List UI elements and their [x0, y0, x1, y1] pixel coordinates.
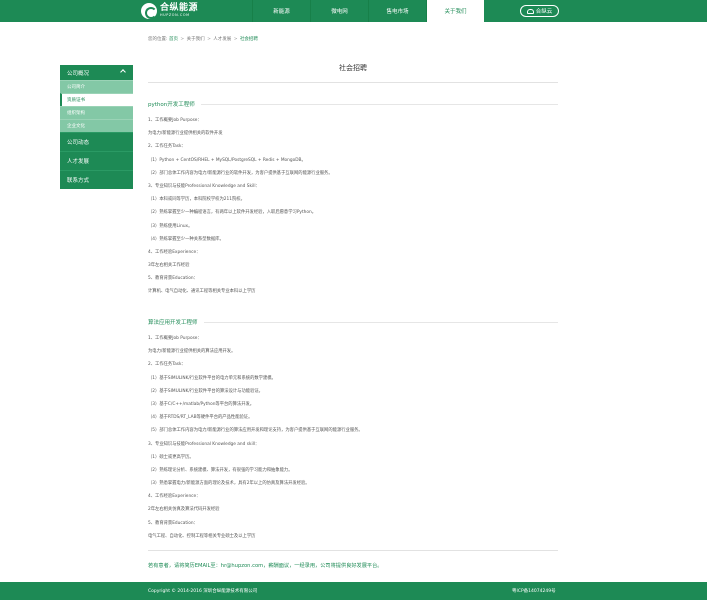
job-text-line: 为电力/新能源行业提供相关的软件开发 [148, 131, 223, 137]
nav-item-new-energy[interactable]: 新能源 [252, 0, 310, 22]
job-text-line: （1）Python + CentOS/RHEL + MySQL/PostgreS… [148, 157, 306, 163]
logo-name: 合纵能源 [160, 3, 199, 14]
sidebar-item-news[interactable]: 公司动态 [60, 132, 133, 151]
main-nav: 新能源 微电网 售电市场 关于我们 [252, 0, 484, 22]
job-text-line: 5、教育背景Education： [148, 276, 198, 282]
site-logo[interactable]: 合纵能源 HUPZON.COM [141, 2, 198, 20]
job-text-line: 为电力/新能源行业提供相关的算法应用开发。 [148, 349, 236, 355]
nav-item-about-us[interactable]: 关于我们 [426, 0, 484, 22]
job-text-line: 1、工作概要Job Purpose： [148, 336, 202, 341]
sidebar-section-company-overview[interactable]: 公司概况 [60, 65, 133, 80]
job-text-line: 3、专业知识与技能Professional Knowledge and Skil… [148, 183, 260, 189]
sidebar-section-label: 公司概况 [67, 70, 90, 77]
job-text-line: 计算机、电气自动化、通讯工程等相关专业本科以上学历 [148, 289, 256, 295]
page-title: 社会招聘 [339, 64, 367, 72]
job-text-line: （2）部门总体工作内容为电力/新能源行业的软件开发，为客户提供基于互联网的能源行… [148, 170, 333, 176]
job-text-line: （2）基于SIMULINK/行业软件平台的算法设计与功能验证。 [148, 388, 263, 394]
breadcrumb-separator: > [180, 37, 185, 42]
job-divider [203, 321, 558, 323]
title-divider [148, 82, 558, 83]
job-text-line: 1、工作概要Job Purpose： [148, 118, 202, 123]
job-text-line: （3）基于C/C++/matlab/Python等平台的算法开发。 [148, 401, 255, 407]
job-posting: python开发工程师 1、工作概要Job Purpose： 为电力/新能源行业… [148, 100, 558, 299]
job-text-line: （5）部门总体工作内容为电力/新能源行业的算法应用开发和理论支持，为客户提供基于… [148, 428, 363, 434]
job-title: python开发工程师 [148, 102, 195, 108]
breadcrumb-home[interactable]: 首页 [169, 37, 178, 42]
sidebar-item-certificates[interactable]: 资质证书 [60, 93, 133, 106]
job-title: 算法应用开发工程师 [148, 320, 198, 326]
job-text-line: 3年左右相关工作经验 [148, 263, 190, 269]
sidebar: 公司概况 公司简介 资质证书 组织架构 企业文化 公司动态 人才发展 联系方式 [60, 65, 133, 189]
job-text-line: （1）硕士或更高学历。 [148, 454, 194, 460]
nav-item-electricity-market[interactable]: 售电市场 [368, 0, 426, 22]
logo-domain: HUPZON.COM [160, 13, 190, 18]
sidebar-item-contact[interactable]: 联系方式 [60, 170, 133, 189]
job-text-line: 3、专业知识与技能Professional Knowledge and skil… [148, 441, 260, 447]
job-text-line: 5、教育背景Education： [148, 520, 198, 526]
breadcrumb-prefix: 您的位置: [148, 37, 168, 42]
job-text-line: 4、工作经验Experience： [148, 249, 201, 255]
job-posting: 算法应用开发工程师 1、工作概要Job Purpose： 为电力/新能源行业提供… [148, 318, 558, 543]
job-text-line: （1）基于SIMULINK/行业软件平台的电力单元和系统的数学建模。 [148, 375, 276, 381]
sidebar-item-culture[interactable]: 企业文化 [60, 119, 133, 132]
cloud-icon [526, 8, 534, 14]
job-text-line: 2、工作任务Task： [148, 362, 186, 368]
job-text-line: （3）熟练使用Linux。 [148, 223, 193, 229]
job-text-line: 4、工作经验Experience： [148, 494, 201, 500]
job-text-line: （2）熟练掌握至少一种编程语言，有两年以上软件开发经验，入职后愿意学习Pytho… [148, 210, 317, 216]
logo-icon [141, 3, 157, 19]
job-text-line: （1）本科或同等学历，本科院校学校为211院校。 [148, 197, 245, 203]
contact-note: 若有意者，请将简历EMAIL至：hr@hupzon.com，薪酬面议，一经录用，… [148, 563, 383, 569]
copyright-text: Copyright © 2014-2016 深圳合纵能源技术有限公司 [148, 589, 258, 594]
icp-license[interactable]: 粤ICP备14074249号 [512, 588, 556, 594]
sidebar-item-org-structure[interactable]: 组织架构 [60, 106, 133, 119]
site-footer: Copyright © 2014-2016 深圳合纵能源技术有限公司 粤ICP备… [0, 582, 707, 600]
cloud-button-label: 合纵云 [535, 9, 553, 15]
breadcrumb: 您的位置: 首页 > 关于我们 > 人才发展 > 社会招聘 [148, 36, 258, 42]
breadcrumb-separator: > [207, 37, 211, 42]
sidebar-item-talent[interactable]: 人才发展 [60, 151, 133, 170]
chevron-up-icon [120, 69, 126, 75]
sidebar-item-company-intro[interactable]: 公司简介 [60, 80, 133, 93]
main-content: 社会招聘 [148, 55, 558, 83]
job-text-line: （4）熟练掌握至少一种关系型数据库。 [148, 236, 224, 242]
breadcrumb-talent[interactable]: 人才发展 [213, 37, 231, 42]
job-text-line: （2）熟练理论分析、系统建模、算法开发，有很强的学习能力和抽象能力。 [148, 467, 293, 473]
job-divider [200, 103, 558, 105]
breadcrumb-about[interactable]: 关于我们 [187, 37, 205, 42]
nav-item-microgrid[interactable]: 微电网 [310, 0, 368, 22]
job-text-line: （4）基于RTDS/RT_LAB等硬件平台的产品性能验证。 [148, 415, 253, 421]
breadcrumb-separator: > [233, 37, 238, 42]
breadcrumb-current: 社会招聘 [239, 37, 258, 42]
job-text-line: （3）熟悉掌握电力/新能源方面的理论及技术，具有2年以上的仿真及算法开发经验。 [148, 481, 310, 487]
top-header: 合纵能源 HUPZON.COM 新能源 微电网 售电市场 关于我们 合纵云 [0, 0, 707, 22]
job-text-line: 电气工程、自动化、控制工程等相关专业硕士及以上学历 [148, 533, 256, 539]
job-text-line: 2、工作任务Task： [148, 144, 186, 150]
job-text-line: 2年左右相关仿真及算法代码开发经验 [148, 507, 220, 513]
cloud-button[interactable]: 合纵云 [520, 5, 559, 17]
content-divider [148, 550, 558, 551]
